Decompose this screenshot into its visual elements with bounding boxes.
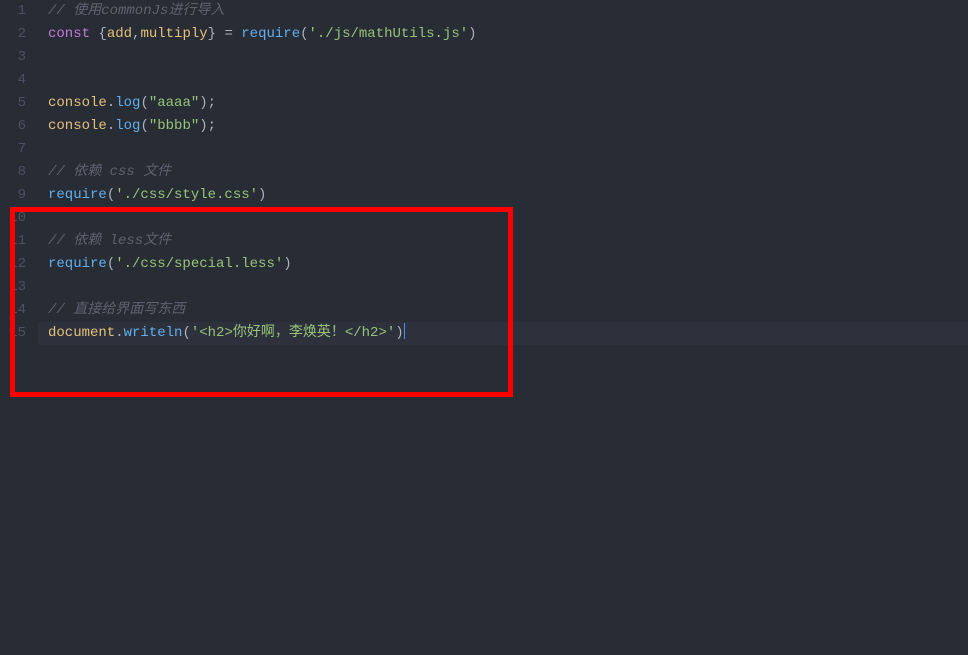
code-line[interactable]: require('./css/style.css') [38,184,968,207]
code-line[interactable]: // 依赖 css 文件 [38,161,968,184]
code-token: './css/special.less' [115,256,283,272]
code-line[interactable]: // 使用commonJs进行导入 [38,0,968,23]
code-token: . [107,95,115,111]
line-number: 11 [0,230,26,253]
code-token: './css/style.css' [115,187,258,203]
code-token: require [48,256,107,272]
code-line[interactable]: document.writeln('<h2>你好啊，李焕英！</h2>') [38,322,968,345]
code-editor[interactable]: 123456789101112131415 // 使用commonJs进行导入c… [0,0,968,655]
code-token: ( [107,187,115,203]
code-token: ) [395,325,403,341]
code-token: ); [199,118,216,134]
code-token: log [115,95,140,111]
code-token: // 直接给界面写东西 [48,302,185,318]
code-area[interactable]: // 使用commonJs进行导入 const {add,multiply} = … [38,0,968,655]
line-number: 4 [0,69,26,92]
code-token: add [107,26,132,42]
code-token: console [48,118,107,134]
line-number-gutter: 123456789101112131415 [0,0,38,655]
line-number: 10 [0,207,26,230]
code-token: ( [300,26,308,42]
code-line[interactable] [38,69,968,92]
code-token: } = [208,26,242,42]
line-number: 6 [0,115,26,138]
code-token: // 依赖 css 文件 [48,164,171,180]
line-number: 12 [0,253,26,276]
code-line[interactable]: require('./css/special.less') [38,253,968,276]
line-number: 2 [0,23,26,46]
line-number: 15 [0,322,26,345]
code-token: require [241,26,300,42]
line-number: 3 [0,46,26,69]
code-token: ( [140,95,148,111]
code-line[interactable] [38,138,968,161]
text-cursor [404,323,405,339]
code-token: "bbbb" [149,118,199,134]
code-line[interactable]: console.log("aaaa"); [38,92,968,115]
code-token: document [48,325,115,341]
code-token: console [48,95,107,111]
line-number: 7 [0,138,26,161]
code-line[interactable] [38,207,968,230]
code-token: ) [468,26,476,42]
code-token: ( [140,118,148,134]
code-token: . [107,118,115,134]
line-number: 14 [0,299,26,322]
code-line[interactable]: // 直接给界面写东西 [38,299,968,322]
code-token: require [48,187,107,203]
code-token: // 依赖 less文件 [48,233,171,249]
code-token: writeln [124,325,183,341]
code-line[interactable] [38,276,968,299]
code-token: // 使用commonJs进行导入 [48,3,224,19]
code-token: './js/mathUtils.js' [309,26,469,42]
code-token: ( [107,256,115,272]
code-line[interactable]: console.log("bbbb"); [38,115,968,138]
line-number: 13 [0,276,26,299]
code-token: const [48,26,90,42]
line-number: 1 [0,0,26,23]
code-line[interactable]: const {add,multiply} = require('./js/mat… [38,23,968,46]
code-token: log [115,118,140,134]
line-number: 5 [0,92,26,115]
code-token: '<h2>你好啊，李焕英！</h2>' [191,325,395,341]
code-token: { [90,26,107,42]
code-token: ); [199,95,216,111]
code-line[interactable] [38,46,968,69]
code-token: "aaaa" [149,95,199,111]
code-line[interactable]: // 依赖 less文件 [38,230,968,253]
line-number: 8 [0,161,26,184]
line-number: 9 [0,184,26,207]
code-token: ) [283,256,291,272]
code-token: ( [182,325,190,341]
code-token: . [115,325,123,341]
code-token: ) [258,187,266,203]
code-token: multiply [140,26,207,42]
